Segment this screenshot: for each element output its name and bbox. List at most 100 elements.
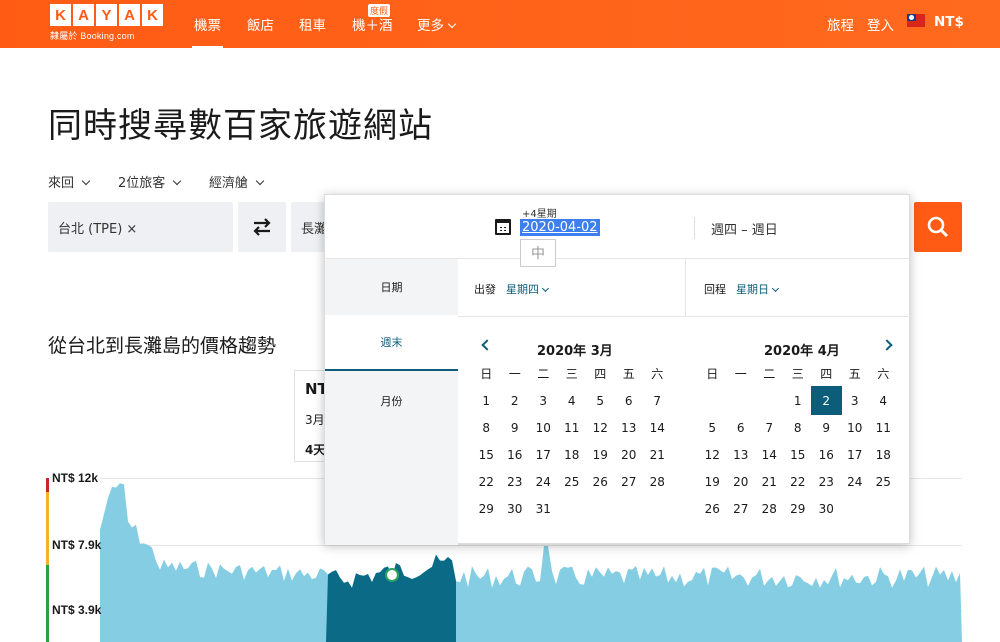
- nav-hotels[interactable]: 飯店: [247, 14, 274, 34]
- nav-packages-label: 機＋酒: [352, 18, 393, 34]
- next-month-arrow-icon[interactable]: [881, 339, 893, 351]
- empty-cell: [755, 387, 784, 414]
- day-cell[interactable]: 24: [841, 468, 870, 495]
- day-cell[interactable]: 23: [812, 468, 841, 495]
- divider: [685, 259, 686, 317]
- cabin-dropdown[interactable]: 經濟艙: [209, 172, 265, 191]
- nav-login[interactable]: 登入: [867, 14, 894, 34]
- day-cell[interactable]: 11: [869, 414, 898, 441]
- day-cell[interactable]: 30: [812, 495, 841, 522]
- day-cell[interactable]: 10: [841, 414, 870, 441]
- day-cell[interactable]: 10: [529, 414, 558, 441]
- day-cell[interactable]: 9: [812, 414, 841, 441]
- tab-weekends[interactable]: 週末: [325, 315, 458, 371]
- day-cell[interactable]: 6: [615, 387, 644, 414]
- nav-flights[interactable]: 機票: [192, 14, 223, 49]
- currency-selector[interactable]: NT$: [934, 14, 964, 30]
- day-cell[interactable]: 14: [755, 441, 784, 468]
- nav-cars[interactable]: 租車: [299, 14, 326, 34]
- trip-type-dropdown[interactable]: 來回: [48, 172, 91, 191]
- selected-day-cell[interactable]: 2: [811, 386, 842, 415]
- search-button[interactable]: [914, 202, 962, 252]
- day-cell[interactable]: 19: [586, 441, 615, 468]
- day-cell[interactable]: 8: [784, 414, 813, 441]
- day-cell[interactable]: 21: [643, 441, 672, 468]
- day-cell[interactable]: 3: [841, 387, 870, 414]
- day-cell[interactable]: 26: [698, 495, 727, 522]
- day-cell[interactable]: 15: [472, 441, 501, 468]
- weekday-header: 五: [848, 367, 861, 381]
- day-cell[interactable]: 22: [472, 468, 501, 495]
- day-cell[interactable]: 14: [643, 414, 672, 441]
- day-cell[interactable]: 6: [727, 414, 756, 441]
- day-cell[interactable]: 23: [501, 468, 530, 495]
- day-cell[interactable]: 11: [558, 414, 587, 441]
- day-cell[interactable]: 2: [501, 387, 530, 414]
- weekday-header: 六: [877, 367, 890, 381]
- day-cell[interactable]: 25: [558, 468, 587, 495]
- day-cell[interactable]: 9: [501, 414, 530, 441]
- logo-subtitle: 隸屬於 Booking.com: [50, 31, 135, 41]
- day-cell[interactable]: 24: [529, 468, 558, 495]
- day-cell[interactable]: 1: [784, 387, 813, 414]
- day-cell[interactable]: 13: [615, 414, 644, 441]
- day-selectors: 出發 星期四 回程 星期日: [458, 259, 911, 317]
- day-cell[interactable]: 16: [812, 441, 841, 468]
- day-cell[interactable]: 26: [586, 468, 615, 495]
- kayak-logo[interactable]: K A Y A K 隸屬於 Booking.com: [50, 4, 164, 42]
- month-title-march: 2020年 3月: [537, 344, 613, 359]
- day-cell[interactable]: 28: [755, 495, 784, 522]
- weekday-header: 五: [622, 367, 635, 381]
- weekend-range-input[interactable]: 週四 – 週日: [711, 219, 778, 238]
- return-day-dropdown[interactable]: 星期日: [736, 281, 780, 297]
- day-cell[interactable]: 16: [501, 441, 530, 468]
- origin-input[interactable]: 台北 (TPE) ×: [48, 202, 233, 252]
- day-cell[interactable]: 28: [643, 468, 672, 495]
- day-cell[interactable]: 18: [558, 441, 587, 468]
- day-cell[interactable]: 7: [755, 414, 784, 441]
- swap-icon[interactable]: [238, 202, 286, 252]
- day-cell[interactable]: 30: [501, 495, 530, 522]
- day-cell[interactable]: 1: [472, 387, 501, 414]
- day-cell[interactable]: 15: [784, 441, 813, 468]
- weekday-header: 六: [651, 367, 664, 381]
- day-cell[interactable]: 20: [615, 441, 644, 468]
- day-cell[interactable]: 20: [727, 468, 756, 495]
- day-cell[interactable]: 21: [755, 468, 784, 495]
- day-cell[interactable]: 4: [869, 387, 898, 414]
- cabin-label: 經濟艙: [209, 176, 249, 191]
- day-cell[interactable]: 13: [727, 441, 756, 468]
- day-cell[interactable]: 27: [727, 495, 756, 522]
- day-cell[interactable]: 17: [529, 441, 558, 468]
- tab-months[interactable]: 月份: [325, 373, 458, 429]
- day-cell[interactable]: 22: [784, 468, 813, 495]
- day-cell[interactable]: 18: [869, 441, 898, 468]
- trip-type-label: 來回: [48, 176, 75, 191]
- departure-date-input[interactable]: 2020-04-02: [520, 219, 600, 236]
- prev-month-arrow-icon[interactable]: [481, 339, 493, 351]
- nav-more-label: 更多: [417, 18, 444, 34]
- day-cell[interactable]: 8: [472, 414, 501, 441]
- nav-trips[interactable]: 旅程: [827, 14, 854, 34]
- travelers-dropdown[interactable]: 2位旅客: [118, 172, 182, 191]
- nav-packages[interactable]: 度假 機＋酒: [352, 4, 393, 34]
- day-cell[interactable]: 12: [698, 441, 727, 468]
- day-cell[interactable]: 5: [698, 414, 727, 441]
- day-cell[interactable]: 12: [586, 414, 615, 441]
- day-cell[interactable]: 17: [841, 441, 870, 468]
- day-cell[interactable]: 29: [472, 495, 501, 522]
- day-cell[interactable]: 27: [615, 468, 644, 495]
- day-cell[interactable]: 7: [643, 387, 672, 414]
- day-cell[interactable]: 5: [586, 387, 615, 414]
- weekday-header: 四: [594, 367, 607, 381]
- day-cell[interactable]: 4: [558, 387, 587, 414]
- day-cell[interactable]: 3: [529, 387, 558, 414]
- day-cell[interactable]: 29: [784, 495, 813, 522]
- day-cell[interactable]: 25: [869, 468, 898, 495]
- day-cell[interactable]: 19: [698, 468, 727, 495]
- tab-dates[interactable]: 日期: [325, 259, 458, 315]
- day-cell[interactable]: 31: [529, 495, 558, 522]
- taiwan-flag-icon[interactable]: [907, 14, 925, 27]
- nav-more[interactable]: 更多: [417, 14, 457, 34]
- depart-day-dropdown[interactable]: 星期四: [506, 281, 550, 297]
